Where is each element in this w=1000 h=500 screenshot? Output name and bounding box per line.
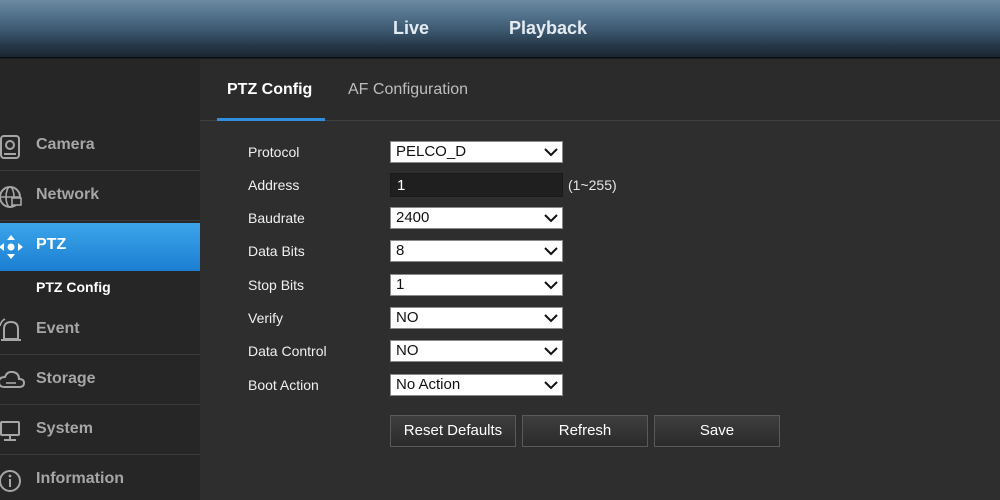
data-bits-label: Data Bits xyxy=(248,243,305,259)
verify-label: Verify xyxy=(248,310,284,326)
active-tab-indicator xyxy=(217,118,325,121)
nav-playback[interactable]: Playback xyxy=(509,18,587,39)
boot-action-label: Boot Action xyxy=(248,377,319,393)
chevron-down-icon xyxy=(544,347,558,356)
data-control-label: Data Control xyxy=(248,343,327,359)
data-bits-value: 8 xyxy=(396,242,405,259)
sidebar-item-event[interactable]: Event xyxy=(0,305,200,355)
boot-action-select[interactable]: No Action xyxy=(390,374,563,396)
form-row-address: Address 1 (1~255) xyxy=(248,173,748,197)
info-icon xyxy=(0,470,21,492)
chevron-down-icon xyxy=(544,247,558,256)
sidebar: Camera Network PTZ PTZ Config Event Stor… xyxy=(0,59,211,500)
chevron-down-icon xyxy=(544,381,558,390)
chevron-down-icon xyxy=(544,214,558,223)
stop-bits-label: Stop Bits xyxy=(248,277,305,293)
sidebar-item-system[interactable]: System xyxy=(0,405,200,455)
form-row-data-bits: Data Bits 8 xyxy=(248,240,748,262)
save-button[interactable]: Save xyxy=(654,415,780,447)
monitor-icon xyxy=(0,421,20,441)
reset-defaults-button[interactable]: Reset Defaults xyxy=(390,415,516,447)
chevron-down-icon xyxy=(544,281,558,290)
nav-live[interactable]: Live xyxy=(393,18,429,39)
protocol-value: PELCO_D xyxy=(396,143,467,160)
sidebar-item-storage[interactable]: Storage xyxy=(0,355,200,405)
sidebar-item-ptz[interactable]: PTZ xyxy=(0,223,211,271)
sidebar-item-label: PTZ xyxy=(36,236,67,253)
tab-af-configuration[interactable]: AF Configuration xyxy=(348,81,468,99)
alarm-bell-icon xyxy=(0,318,21,341)
baudrate-value: 2400 xyxy=(396,209,430,226)
sidebar-item-camera[interactable]: Camera xyxy=(0,121,200,171)
chevron-down-icon xyxy=(544,314,558,323)
sidebar-item-label: Information xyxy=(36,470,124,487)
address-input[interactable]: 1 xyxy=(390,173,563,197)
protocol-label: Protocol xyxy=(248,144,300,160)
sidebar-item-label: Network xyxy=(36,186,100,203)
cloud-storage-icon xyxy=(0,370,26,388)
form-row-baudrate: Baudrate 2400 xyxy=(248,207,748,229)
form-row-verify: Verify NO xyxy=(248,307,748,329)
form-row-boot-action: Boot Action No Action xyxy=(248,374,748,396)
form-row-stop-bits: Stop Bits 1 xyxy=(248,274,748,296)
sidebar-item-information[interactable]: Information xyxy=(0,455,200,500)
main-panel: PTZ Config AF Configuration Protocol PEL… xyxy=(200,59,1000,500)
stop-bits-select[interactable]: 1 xyxy=(390,274,563,296)
protocol-select[interactable]: PELCO_D xyxy=(390,141,563,163)
camera-icon xyxy=(0,135,20,159)
boot-action-value: No Action xyxy=(396,376,461,393)
sidebar-item-network[interactable]: Network xyxy=(0,171,200,221)
stop-bits-value: 1 xyxy=(396,276,405,293)
sidebar-item-label: Storage xyxy=(36,370,96,387)
baudrate-label: Baudrate xyxy=(248,210,305,226)
form-row-protocol: Protocol PELCO_D xyxy=(248,141,748,163)
sidebar-item-label: System xyxy=(36,420,93,437)
tab-ptz-config[interactable]: PTZ Config xyxy=(227,81,312,99)
tab-bar: PTZ Config AF Configuration xyxy=(200,59,1000,121)
top-nav-bar: Live Playback xyxy=(0,0,1000,58)
data-control-select[interactable]: NO xyxy=(390,340,563,362)
network-globe-icon xyxy=(0,186,22,208)
address-label: Address xyxy=(248,177,300,193)
baudrate-select[interactable]: 2400 xyxy=(390,207,563,229)
sidebar-subitem-ptz-config[interactable]: PTZ Config xyxy=(36,279,111,295)
data-bits-select[interactable]: 8 xyxy=(390,240,563,262)
verify-value: NO xyxy=(396,309,419,326)
verify-select[interactable]: NO xyxy=(390,307,563,329)
address-range-hint: (1~255) xyxy=(568,177,617,193)
data-control-value: NO xyxy=(396,342,419,359)
sidebar-item-label: Event xyxy=(36,320,80,337)
refresh-button[interactable]: Refresh xyxy=(522,415,648,447)
chevron-down-icon xyxy=(544,148,558,157)
ptz-arrows-icon xyxy=(0,235,23,259)
form-row-data-control: Data Control NO xyxy=(248,340,748,362)
sidebar-item-label: Camera xyxy=(36,136,95,153)
